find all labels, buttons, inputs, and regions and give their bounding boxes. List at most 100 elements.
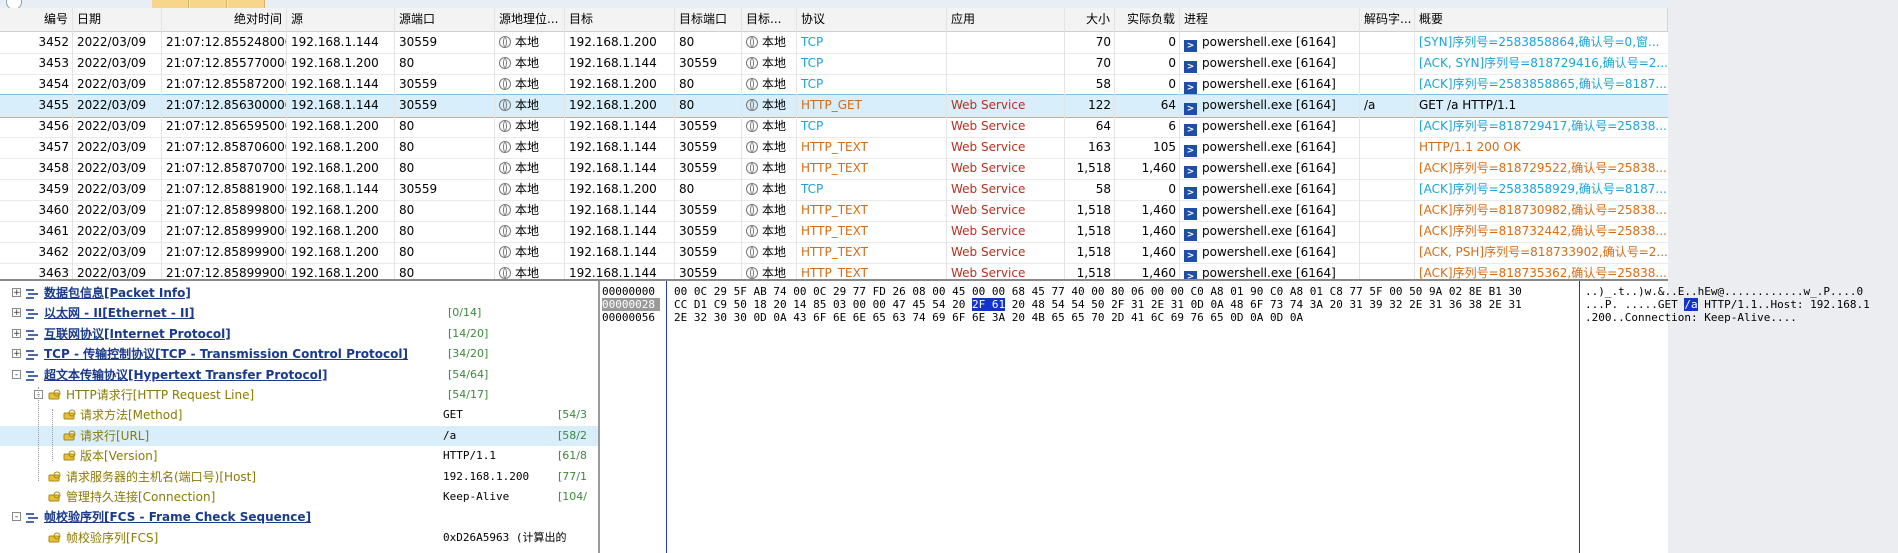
tree-node-label: TCP - 传输控制协议[TCP - Transmission Control … (44, 347, 408, 362)
collapse-icon[interactable]: - (12, 369, 21, 379)
tree-node[interactable]: 请求服务器的主机名(端口号)[Host] 192.168.1.200 [77/1 (0, 467, 598, 487)
col-protocol: HTTP_GET (801, 98, 862, 112)
globe-icon (499, 246, 511, 258)
toolbar-tab[interactable] (190, 0, 227, 8)
column-header-process[interactable]: 进程 (1180, 8, 1360, 31)
col-date: 2022/03/09 (77, 56, 147, 70)
col-destination-geo: 本地 (742, 95, 797, 116)
hex-bytes[interactable]: 2E 32 30 30 0D 0A 43 6F 6E 6E 65 63 74 6… (674, 311, 1303, 324)
tree-node-value: 0xD26A5963 (计算出的 (443, 530, 567, 544)
column-header-size[interactable]: 大小 (1065, 8, 1115, 31)
col-time: 21:07:12.855872000 (166, 77, 287, 91)
expand-icon[interactable]: + (12, 349, 21, 359)
process-label: powershell.exe [6164] (1202, 140, 1336, 154)
col-source-geo: 本地 (495, 53, 565, 74)
column-header-source-geo[interactable]: 源地理位... (495, 8, 565, 31)
column-header-source[interactable]: 源 (287, 8, 395, 31)
col-time: 21:07:12.858707000 (166, 161, 287, 175)
column-header-summary[interactable]: 概要 (1415, 8, 1668, 31)
column-header-decode[interactable]: 解码字... (1360, 8, 1415, 31)
packet-row[interactable]: 3454 2022/03/09 21:07:12.855872000 192.168.… (0, 74, 1668, 96)
globe-icon (746, 57, 758, 69)
tree-node[interactable]: + 互联网协议[Internet Protocol] [14/20] (0, 324, 598, 344)
col-process: > powershell.exe [6164] (1180, 221, 1360, 242)
packet-row[interactable]: 3459 2022/03/09 21:07:12.858819000 192.168.… (0, 179, 1668, 201)
packet-row[interactable]: 3453 2022/03/09 21:07:12.855770000 192.168.… (0, 53, 1668, 75)
expand-icon[interactable]: + (12, 328, 21, 338)
tree-node[interactable]: - HTTP请求行[HTTP Request Line] [54/17] (0, 385, 598, 405)
packet-row[interactable]: 3455 2022/03/09 21:07:12.856300000 192.168.… (0, 94, 1668, 118)
column-header-protocol[interactable]: 协议 (797, 8, 947, 31)
packet-row[interactable]: 3463 2022/03/09 21:07:12.858999000 192.168.… (0, 263, 1668, 280)
column-header-payload[interactable]: 实际负载 (1115, 8, 1180, 31)
tree-node[interactable]: 请求方法[Method] GET [54/3 (0, 405, 598, 425)
packet-row[interactable]: 3458 2022/03/09 21:07:12.858707000 192.168.… (0, 158, 1668, 180)
geo-label: 本地 (515, 266, 540, 280)
col-application (947, 74, 1065, 95)
col-summary: GET /a HTTP/1.1 (1419, 98, 1517, 112)
packet-row[interactable]: 3461 2022/03/09 21:07:12.858999000 192.168.… (0, 221, 1668, 243)
packet-list-table[interactable]: 编号 日期 绝对时间源源端口 源地理位... 目标 目标端口 目标... 协议 应用 大小 实际负载… (0, 8, 1668, 281)
tree-node-label: 请求服务器的主机名(端口号)[Host] (66, 469, 257, 484)
column-header-application[interactable]: 应用 (947, 8, 1065, 31)
tree-node[interactable]: + 数据包信息[Packet Info] (0, 283, 598, 303)
tree-node[interactable]: - 帧校验序列[FCS - Frame Check Sequence] (0, 507, 598, 527)
packet-row[interactable]: 3460 2022/03/09 21:07:12.858998000 192.168.… (0, 200, 1668, 222)
tree-node[interactable]: 管理持久连接[Connection] Keep-Alive [104/ (0, 487, 598, 507)
tree-node[interactable]: 请求行[URL] /a [58/2 (0, 425, 598, 446)
geo-label: 本地 (762, 35, 787, 49)
process-label: powershell.exe [6164] (1202, 119, 1336, 133)
hex-ascii[interactable]: ..)_.t..)w.&..E..hEw@............w_.P...… (1585, 285, 1863, 298)
col-source-port: 30559 (399, 35, 438, 49)
protocol-layer-icon (25, 327, 39, 340)
packet-row[interactable]: 3452 2022/03/09 21:07:12.855248000 192.168.… (0, 32, 1668, 54)
geo-label: 本地 (515, 245, 540, 259)
packet-decode-tree[interactable]: + 数据包信息[Packet Info] + 以太网 - II[Ethernet - … (0, 281, 600, 553)
tree-node-label: 请求行[URL] (80, 428, 150, 443)
tree-node[interactable]: + TCP - 传输控制协议[TCP - Transmission Control… (0, 344, 598, 364)
col-application: Web Service (951, 224, 1026, 238)
packet-row[interactable]: 3457 2022/03/09 21:07:12.858706000 192.168.… (0, 137, 1668, 159)
column-divider (394, 8, 395, 279)
hex-ascii[interactable]: .200..Connection: Keep-Alive.... (1585, 311, 1797, 324)
col-destination-geo: 本地 (742, 137, 797, 158)
column-header-destination-geo[interactable]: 目标... (742, 8, 797, 31)
globe-icon (499, 141, 511, 153)
hex-bytes[interactable]: 00 0C 29 5F AB 74 00 0C 29 77 FD 26 08 0… (674, 285, 1522, 298)
powershell-icon: > (1184, 82, 1197, 94)
packet-row[interactable]: 3456 2022/03/09 21:07:12.856595000 192.168.… (0, 116, 1668, 138)
col-source: 192.168.1.200 (291, 56, 379, 70)
packet-row[interactable]: 3462 2022/03/09 21:07:12.858999000 192.168.… (0, 242, 1668, 264)
column-header-time[interactable]: 绝对时间 (162, 8, 287, 31)
expand-icon[interactable]: + (12, 288, 21, 298)
expand-icon[interactable]: + (12, 308, 21, 318)
tree-node[interactable]: + 以太网 - II[Ethernet - II] [0/14] (0, 303, 598, 323)
geo-label: 本地 (762, 182, 787, 196)
hex-ascii[interactable]: ...P. .....GET /a HTTP/1.1..Host: 192.16… (1585, 298, 1870, 311)
column-header-destination[interactable]: 目标 (565, 8, 675, 31)
column-header-no[interactable]: 编号 (0, 8, 73, 31)
tree-node[interactable]: - 超文本传输协议[Hypertext Transfer Protocol] [54… (0, 365, 598, 385)
hex-dump-panel[interactable]: 00000000 00 0C 29 5F AB 74 00 0C 29 77 FD… (600, 281, 1870, 553)
globe-icon (746, 141, 758, 153)
tree-node-range: [58/2 (558, 428, 587, 442)
col-application: Web Service (951, 182, 1026, 196)
col-destination-port: 30559 (679, 56, 718, 70)
col-protocol: TCP (801, 56, 824, 70)
hex-bytes[interactable]: CC D1 C9 50 18 20 14 85 03 00 00 47 45 5… (674, 298, 1522, 311)
powershell-icon: > (1184, 124, 1197, 136)
toolbar-tab[interactable] (228, 0, 265, 8)
column-header-date[interactable]: 日期 (73, 8, 162, 31)
toolbar-tab[interactable] (152, 0, 189, 8)
process-label: powershell.exe [6164] (1202, 161, 1336, 175)
collapse-icon[interactable]: - (12, 512, 21, 522)
tree-node-range: [104/ (558, 490, 587, 503)
col-source: 192.168.1.200 (291, 266, 379, 280)
col-time: 21:07:12.858819000 (166, 182, 287, 196)
tree-node[interactable]: 帧校验序列[FCS] 0xD26A5963 (计算出的 (0, 528, 598, 548)
column-header-source-port[interactable]: 源端口 (395, 8, 495, 31)
column-header-destination-port[interactable]: 目标端口 (675, 8, 742, 31)
globe-icon (746, 36, 758, 48)
column-divider (494, 8, 495, 279)
tree-node[interactable]: 版本[Version] HTTP/1.1 [61/8 (0, 446, 598, 466)
